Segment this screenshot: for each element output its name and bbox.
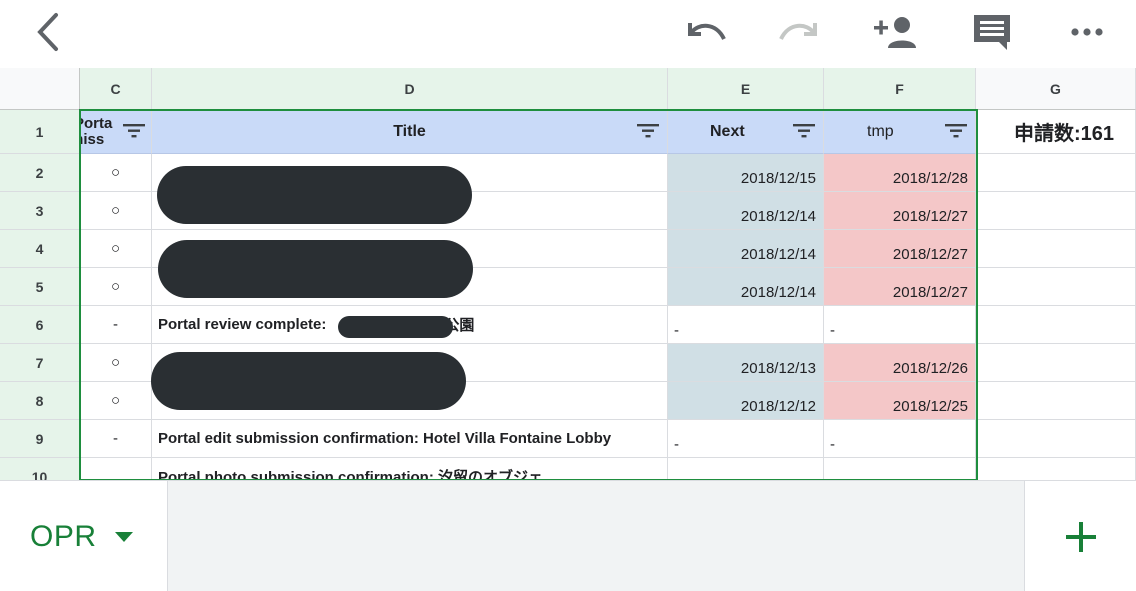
cell-f10[interactable]: [824, 458, 976, 480]
column-header-d[interactable]: D: [152, 68, 668, 110]
cell-c2[interactable]: ○: [80, 154, 152, 192]
header-tmp-label: tmp: [867, 122, 894, 140]
cell-e7[interactable]: 2018/12/13: [668, 344, 824, 382]
spreadsheet-grid[interactable]: C D E F G 1 2 3 4 5 6 7 8 9 10 Porta mis…: [0, 68, 1136, 480]
header-portal-line1: Porta: [80, 114, 113, 132]
cell-c5[interactable]: ○: [80, 268, 152, 306]
filter-icon[interactable]: [637, 124, 659, 143]
cell-c8[interactable]: ○: [80, 382, 152, 420]
row-header-3[interactable]: 3: [0, 192, 80, 230]
cell-g10[interactable]: [976, 458, 1136, 480]
cell-f8[interactable]: 2018/12/25: [824, 382, 976, 420]
cell-f9[interactable]: -: [824, 420, 976, 458]
row-header-2[interactable]: 2: [0, 154, 80, 192]
column-header-e[interactable]: E: [668, 68, 824, 110]
row-header-6[interactable]: 6: [0, 306, 80, 344]
row-header-7[interactable]: 7: [0, 344, 80, 382]
cell-f3[interactable]: 2018/12/27: [824, 192, 976, 230]
cell-f6[interactable]: -: [824, 306, 976, 344]
cell-e2[interactable]: 2018/12/15: [668, 154, 824, 192]
cell-e3[interactable]: 2018/12/14: [668, 192, 824, 230]
header-next-label: Next: [710, 122, 745, 140]
column-header-c[interactable]: C: [80, 68, 152, 110]
cell-c9[interactable]: -: [80, 420, 152, 458]
sheet-tab-label: OPR: [30, 519, 97, 553]
add-person-icon[interactable]: [870, 10, 922, 54]
header-cell-portal[interactable]: Porta miss: [80, 110, 152, 154]
cell-g8[interactable]: [976, 382, 1136, 420]
more-icon[interactable]: [1066, 10, 1110, 54]
row-header-5[interactable]: 5: [0, 268, 80, 306]
cell-d6-prefix: Portal review complete:: [158, 316, 327, 333]
cell-d9[interactable]: Portal edit submission confirmation: Hot…: [152, 420, 668, 458]
column-header-g[interactable]: G: [976, 68, 1136, 110]
redaction-mark: [338, 316, 453, 338]
cell-g7[interactable]: [976, 344, 1136, 382]
count-cell[interactable]: 申請数:161: [976, 110, 1136, 154]
row-header-8[interactable]: 8: [0, 382, 80, 420]
redaction-mark: [151, 352, 466, 410]
cell-g3[interactable]: [976, 192, 1136, 230]
cell-g4[interactable]: [976, 230, 1136, 268]
cell-e4[interactable]: 2018/12/14: [668, 230, 824, 268]
cell-e10[interactable]: [668, 458, 824, 480]
cell-f7[interactable]: 2018/12/26: [824, 344, 976, 382]
cell-e8[interactable]: 2018/12/12: [668, 382, 824, 420]
row-header-4[interactable]: 4: [0, 230, 80, 268]
plus-icon: [1065, 521, 1096, 552]
column-header-f[interactable]: F: [824, 68, 976, 110]
header-title-label: Title: [393, 122, 426, 140]
redaction-mark: [158, 240, 473, 298]
sheet-tab-opr[interactable]: OPR: [0, 481, 168, 591]
cell-g9[interactable]: [976, 420, 1136, 458]
cell-g5[interactable]: [976, 268, 1136, 306]
back-icon[interactable]: [30, 10, 66, 54]
header-cell-title[interactable]: Title: [152, 110, 668, 154]
cell-d10[interactable]: Portal photo submission confirmation: 汐留…: [152, 458, 668, 480]
cell-f5[interactable]: 2018/12/27: [824, 268, 976, 306]
cell-f2[interactable]: 2018/12/28: [824, 154, 976, 192]
cell-e6[interactable]: -: [668, 306, 824, 344]
cell-c10[interactable]: [80, 458, 152, 480]
cell-c7[interactable]: ○: [80, 344, 152, 382]
filter-icon[interactable]: [123, 124, 145, 142]
cell-g2[interactable]: [976, 154, 1136, 192]
cell-c6[interactable]: -: [80, 306, 152, 344]
top-toolbar: [0, 0, 1136, 68]
cell-c4[interactable]: ○: [80, 230, 152, 268]
comment-icon[interactable]: [968, 10, 1016, 54]
cell-c3[interactable]: ○: [80, 192, 152, 230]
row-header-9[interactable]: 9: [0, 420, 80, 458]
cell-g6[interactable]: [976, 306, 1136, 344]
header-cell-tmp[interactable]: tmp: [824, 110, 976, 154]
filter-icon[interactable]: [945, 124, 967, 143]
cell-e5[interactable]: 2018/12/14: [668, 268, 824, 306]
cell-f4[interactable]: 2018/12/27: [824, 230, 976, 268]
header-portal-line2: miss: [80, 130, 105, 148]
redaction-mark: [157, 166, 472, 224]
application-count: 申請数:161: [1014, 123, 1115, 145]
select-all-corner[interactable]: [0, 68, 80, 110]
cell-e9[interactable]: -: [668, 420, 824, 458]
sheet-tab-bar: OPR: [0, 480, 1136, 591]
redo-icon[interactable]: [775, 10, 825, 54]
chevron-down-icon[interactable]: [114, 531, 133, 542]
row-header-10[interactable]: 10: [0, 458, 80, 480]
header-cell-next[interactable]: Next: [668, 110, 824, 154]
undo-icon[interactable]: [680, 10, 730, 54]
add-sheet-button[interactable]: [1024, 481, 1136, 591]
filter-icon[interactable]: [793, 124, 815, 143]
row-header-1[interactable]: 1: [0, 110, 80, 154]
